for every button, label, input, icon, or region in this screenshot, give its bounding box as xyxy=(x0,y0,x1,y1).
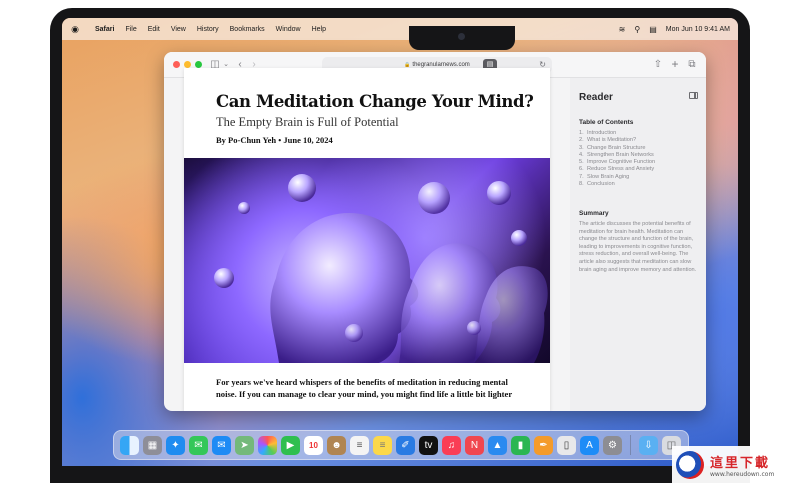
toc-item[interactable]: 2. What is Meditation? xyxy=(579,137,655,144)
toc-item[interactable]: 8. Conclusion xyxy=(579,181,655,188)
article-hero-image xyxy=(184,158,550,363)
sidebar-toggle-icon[interactable] xyxy=(689,92,698,99)
dock: ▦ ✦ ✉ ✉ ➤ ▶ 10 ☻ ≡ ≡ ✐ tv ♫ N ▲ ▮ ✒ ▯ A … xyxy=(113,430,689,460)
safari-window: ◫ ⌄ ‹ › ▤ 🔒 thegranularnews.com ↻ ⇧ + ⧉ C… xyxy=(164,52,706,411)
menu-help[interactable]: Help xyxy=(312,26,326,33)
facetime-icon[interactable]: ▶ xyxy=(281,435,300,455)
summary-text: The article discusses the potential bene… xyxy=(579,221,697,273)
maps-icon[interactable]: ➤ xyxy=(235,435,254,455)
finder-icon[interactable] xyxy=(120,435,139,455)
menu-view[interactable]: View xyxy=(171,26,186,33)
app-store-icon[interactable]: A xyxy=(580,435,599,455)
toc-item[interactable]: 7. Slow Brain Aging xyxy=(579,174,655,181)
share-icon[interactable]: ⇧ xyxy=(652,56,664,73)
reminders-icon[interactable]: ≡ xyxy=(350,435,369,455)
control-center-icon[interactable]: ▤ xyxy=(649,25,657,34)
close-window-button[interactable] xyxy=(173,61,180,68)
zoom-window-button[interactable] xyxy=(195,61,202,68)
article-title: Can Meditation Change Your Mind? xyxy=(216,92,534,111)
pages-icon[interactable]: ✒ xyxy=(534,435,553,455)
reader-article: Can Meditation Change Your Mind? The Emp… xyxy=(184,68,550,411)
table-of-contents: 1. Introduction 2. What is Meditation? 3. C… xyxy=(579,130,655,188)
watermark-logo-icon xyxy=(676,450,704,479)
menu-file[interactable]: File xyxy=(125,26,136,33)
camera-icon xyxy=(458,33,465,40)
watermark-url: www.hereudown.com xyxy=(710,470,775,478)
new-tab-icon[interactable]: + xyxy=(669,56,681,73)
reader-sidebar: Reader Table of Contents 1. Introduction … xyxy=(570,78,706,411)
toc-heading: Table of Contents xyxy=(579,119,634,126)
notes-icon[interactable]: ≡ xyxy=(373,435,392,455)
menubar-clock[interactable]: Mon Jun 10 9:41 AM xyxy=(666,26,730,33)
menu-edit[interactable]: Edit xyxy=(148,26,160,33)
contacts-icon[interactable]: ☻ xyxy=(327,435,346,455)
desktop-screen: ◉ Safari File Edit View History Bookmark… xyxy=(62,18,738,466)
music-icon[interactable]: ♫ xyxy=(442,435,461,455)
downloads-folder-icon[interactable]: ⇩ xyxy=(639,435,658,455)
menu-window[interactable]: Window xyxy=(276,26,301,33)
menu-history[interactable]: History xyxy=(197,26,219,33)
summary-heading: Summary xyxy=(579,210,609,217)
camera-notch xyxy=(409,26,515,50)
toc-item[interactable]: 1. Introduction xyxy=(579,130,655,137)
wifi-icon[interactable]: ≋ xyxy=(619,25,626,34)
system-settings-icon[interactable]: ⚙ xyxy=(603,435,622,455)
freeform-icon[interactable]: ✐ xyxy=(396,435,415,455)
apple-menu-icon[interactable]: ◉ xyxy=(66,24,84,35)
search-icon[interactable]: ⚲ xyxy=(634,25,640,34)
mail-icon[interactable]: ✉ xyxy=(212,435,231,455)
watermark-title: 這里下載 xyxy=(710,455,771,471)
safari-icon[interactable]: ✦ xyxy=(166,435,185,455)
calendar-icon[interactable]: 10 xyxy=(304,435,323,455)
watermark: 這里下載 www.hereudown.com xyxy=(672,446,800,483)
keynote-icon[interactable]: ▲ xyxy=(488,435,507,455)
toc-item[interactable]: 4. Strengthen Brain Networks xyxy=(579,152,655,159)
messages-icon[interactable]: ✉ xyxy=(189,435,208,455)
toc-item[interactable]: 5. Improve Cognitive Function xyxy=(579,159,655,166)
toc-item[interactable]: 6. Reduce Stress and Anxiety xyxy=(579,166,655,173)
news-icon[interactable]: N xyxy=(465,435,484,455)
minimize-window-button[interactable] xyxy=(184,61,191,68)
article-byline: By Po-Chun Yeh • June 10, 2024 xyxy=(216,135,333,145)
menu-safari[interactable]: Safari xyxy=(95,26,114,33)
menu-bookmarks[interactable]: Bookmarks xyxy=(230,26,265,33)
menu-bar: ◉ Safari File Edit View History Bookmark… xyxy=(62,18,738,40)
dock-separator xyxy=(630,435,631,455)
article-body: For years we've heard whispers of the be… xyxy=(216,377,513,399)
article-subtitle: The Empty Brain is Full of Potential xyxy=(216,115,399,129)
launchpad-icon[interactable]: ▦ xyxy=(143,435,162,455)
apple-tv-icon[interactable]: tv xyxy=(419,435,438,455)
toc-item[interactable]: 3. Change Brain Structure xyxy=(579,145,655,152)
numbers-icon[interactable]: ▮ xyxy=(511,435,530,455)
reader-title: Reader xyxy=(579,92,613,103)
photos-icon[interactable] xyxy=(258,435,277,455)
tab-overview-icon[interactable]: ⧉ xyxy=(686,56,698,73)
iphone-mirroring-icon[interactable]: ▯ xyxy=(557,435,576,455)
